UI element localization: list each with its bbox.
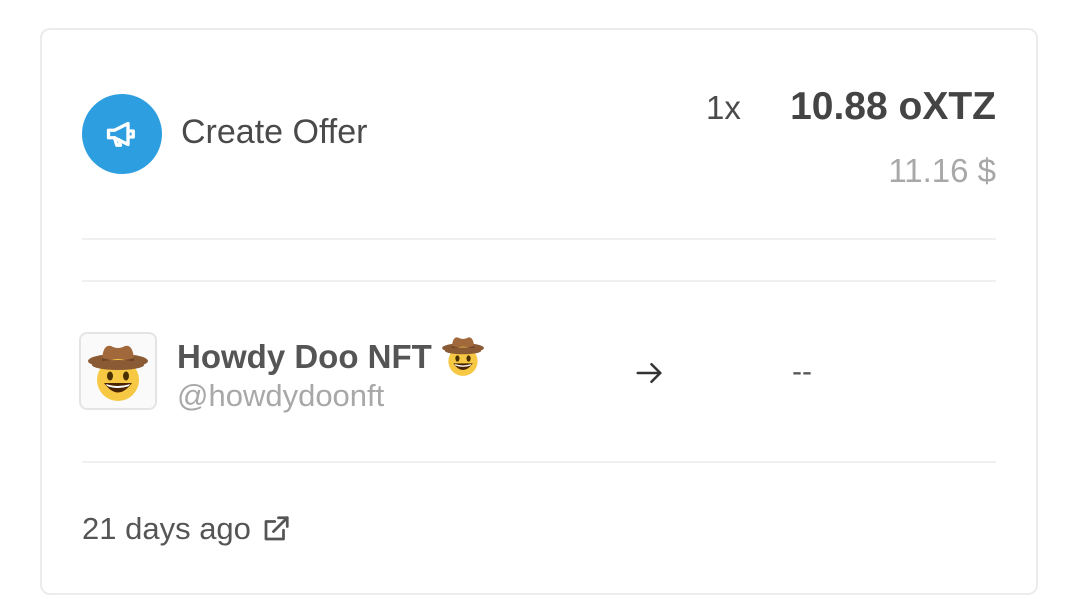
timestamp: 21 days ago [82, 511, 251, 546]
arrow-right-icon [636, 363, 662, 383]
user-name-text: Howdy Doo NFT [177, 338, 432, 376]
external-link-icon[interactable] [261, 514, 291, 544]
user-handle[interactable]: @howdydoonft [177, 377, 384, 415]
price: 10.88 oXTZ [790, 85, 996, 128]
recipient: -- [792, 355, 812, 388]
quantity: 1x [706, 89, 741, 126]
timestamp-link[interactable]: 21 days ago [82, 510, 291, 548]
usd-price: 11.16 $ [888, 152, 996, 189]
divider [82, 280, 996, 282]
cowboy-face-emoji [88, 345, 148, 401]
event-type-label: Create Offer [181, 113, 368, 151]
megaphone-icon [82, 94, 162, 174]
avatar[interactable] [79, 332, 157, 410]
cowboy-face-emoji [440, 332, 486, 387]
divider [82, 238, 996, 240]
divider [82, 461, 996, 463]
event-card: Create Offer 1x 10.88 oXTZ 11.16 $ Howdy… [40, 28, 1038, 595]
